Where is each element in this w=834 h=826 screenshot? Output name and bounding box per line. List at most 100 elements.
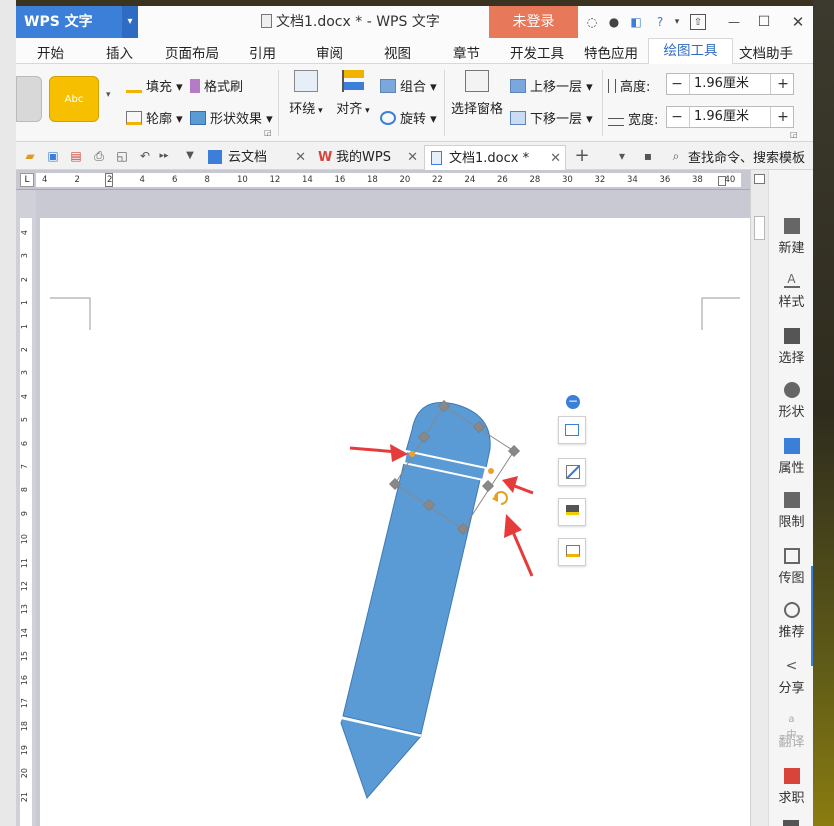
fill-button[interactable]: 填充 ▾ bbox=[126, 76, 183, 95]
customize-caret-icon[interactable]: ▼ bbox=[182, 148, 198, 164]
new-tab-icon[interactable]: + bbox=[574, 147, 590, 165]
shape-style-prev[interactable] bbox=[16, 76, 42, 122]
close-tab-icon[interactable]: ✕ bbox=[550, 146, 561, 171]
size-dialog-launcher-icon[interactable]: ◲ bbox=[790, 130, 798, 139]
login-button[interactable]: 未登录 bbox=[489, 6, 578, 38]
document-page[interactable]: ▾ bbox=[19, 218, 756, 826]
width-increase-button[interactable]: + bbox=[773, 107, 793, 127]
side-jobs-button[interactable]: 求职 bbox=[769, 768, 813, 806]
side-shape-button[interactable]: 形状 bbox=[769, 382, 813, 420]
height-input[interactable]: 1.96厘米 bbox=[689, 74, 771, 94]
comment-icon[interactable]: ▪ bbox=[640, 148, 656, 164]
screen-icon[interactable]: ▾ bbox=[614, 148, 630, 164]
shape-style-more-icon[interactable]: ▾ bbox=[106, 90, 111, 100]
restore-up-icon[interactable]: ⇧ bbox=[690, 14, 706, 30]
print-preview-icon[interactable]: ◱ bbox=[114, 148, 130, 164]
side-properties-button[interactable]: 属性 bbox=[769, 438, 813, 476]
app-menu-caret-icon[interactable]: ▾ bbox=[122, 6, 138, 38]
side-recommend-button[interactable]: 推荐 bbox=[769, 602, 813, 640]
send-backward-button[interactable]: 下移一层 ▾ bbox=[510, 108, 593, 127]
ruler-tick-label: 30 bbox=[562, 175, 573, 185]
command-search-input[interactable]: 查找命令、搜索模板 bbox=[688, 147, 805, 166]
tab-doc-assistant[interactable]: 文档助手 bbox=[739, 42, 793, 64]
select-pane-button[interactable]: 选择窗格 bbox=[448, 70, 506, 117]
side-new-button[interactable]: 新建 bbox=[769, 218, 813, 256]
help-caret-icon[interactable]: ▾ bbox=[669, 14, 685, 30]
shape-effect-button[interactable]: 形状效果 ▾ bbox=[190, 108, 273, 127]
tab-review[interactable]: 审阅 bbox=[316, 42, 343, 64]
vertical-scrollbar[interactable] bbox=[750, 170, 768, 826]
close-tab-icon[interactable]: ✕ bbox=[295, 145, 306, 170]
side-restrict-button[interactable]: 限制 bbox=[769, 492, 813, 530]
width-stepper[interactable]: − 1.96厘米 + bbox=[666, 106, 794, 128]
height-increase-button[interactable]: + bbox=[773, 74, 793, 94]
help-icon[interactable]: ? bbox=[652, 14, 668, 30]
collapse-toolbar-icon[interactable]: − bbox=[566, 395, 580, 409]
close-tab-icon[interactable]: ✕ bbox=[407, 145, 418, 170]
doc-tab-active[interactable]: 文档1.docx * ✕ bbox=[424, 145, 566, 170]
open-folder-icon[interactable]: ▰ bbox=[22, 148, 38, 164]
format-painter-button[interactable]: 格式刷 bbox=[190, 76, 243, 95]
new-doc-icon bbox=[783, 218, 800, 234]
vertical-ruler-track bbox=[20, 218, 32, 826]
undo-icon[interactable]: ↶ bbox=[137, 148, 153, 164]
background-left bbox=[0, 0, 16, 826]
height-decrease-button[interactable]: − bbox=[667, 74, 687, 94]
side-panel-collapse-handle[interactable] bbox=[811, 566, 813, 666]
dialog-launcher-icon[interactable]: ◲ bbox=[264, 128, 272, 137]
doc-tab-cloud[interactable]: 云文档 ✕ bbox=[204, 145, 310, 170]
wrap-icon bbox=[294, 70, 318, 92]
tab-home[interactable]: 开始 bbox=[37, 42, 64, 64]
tab-view[interactable]: 视图 bbox=[384, 42, 411, 64]
wrap-button[interactable]: 环绕 ▾ bbox=[287, 70, 325, 117]
width-decrease-button[interactable]: − bbox=[667, 107, 687, 127]
tab-page-layout[interactable]: 页面布局 bbox=[165, 42, 219, 64]
side-translate-button[interactable]: a中 翻译 bbox=[769, 712, 813, 750]
width-input[interactable]: 1.96厘米 bbox=[689, 107, 771, 127]
tab-special[interactable]: 特色应用 bbox=[584, 42, 638, 64]
doc-tab-mywps[interactable]: W 我的WPS ✕ bbox=[314, 145, 422, 170]
export-pdf-icon[interactable]: ▤ bbox=[68, 148, 84, 164]
maximize-icon[interactable]: ☐ bbox=[756, 14, 772, 30]
tab-stop-selector[interactable]: L bbox=[20, 173, 34, 187]
side-select-button[interactable]: 选择 bbox=[769, 328, 813, 366]
settings-icon[interactable]: ● bbox=[606, 14, 622, 30]
close-icon[interactable]: ✕ bbox=[790, 14, 806, 30]
save-icon[interactable]: ▣ bbox=[45, 148, 61, 164]
shape-edit-button[interactable] bbox=[558, 458, 586, 486]
tab-section[interactable]: 章节 bbox=[453, 42, 480, 64]
adjust-handle[interactable] bbox=[409, 451, 415, 457]
shape-outline-button[interactable] bbox=[558, 538, 586, 566]
side-upload-image-button[interactable]: 传图 bbox=[769, 548, 813, 586]
vertical-ruler-tick-label: 13 bbox=[20, 604, 29, 615]
pencil-body[interactable] bbox=[342, 462, 481, 735]
search-icon[interactable]: ⌕ bbox=[668, 148, 684, 164]
height-label: 高度: bbox=[608, 76, 650, 95]
redo-more-icon[interactable]: ▸▸ bbox=[156, 148, 172, 164]
share-icon: < bbox=[785, 658, 798, 674]
side-style-button[interactable]: A 样式 bbox=[769, 272, 813, 310]
rotate-handle-icon[interactable] bbox=[492, 491, 508, 505]
print-icon[interactable]: ⎙ bbox=[91, 148, 107, 164]
rotate-button[interactable]: 旋转 ▾ bbox=[380, 108, 437, 127]
split-pane-icon[interactable] bbox=[754, 174, 765, 184]
group-button[interactable]: 组合 ▾ bbox=[380, 76, 437, 95]
outline-button[interactable]: 轮廓 ▾ bbox=[126, 108, 183, 127]
adjust-handle[interactable] bbox=[488, 468, 494, 474]
scrollbar-thumb[interactable] bbox=[754, 216, 765, 240]
bring-forward-button[interactable]: 上移一层 ▾ bbox=[510, 76, 593, 95]
tab-references[interactable]: 引用 bbox=[249, 42, 276, 64]
app-menu-button[interactable]: WPS 文字 bbox=[16, 6, 122, 38]
minimize-icon[interactable]: — bbox=[726, 14, 742, 30]
shape-style-preview[interactable]: Abc bbox=[49, 76, 99, 122]
side-share-button[interactable]: < 分享 bbox=[769, 658, 813, 696]
tab-insert[interactable]: 插入 bbox=[106, 42, 133, 64]
layout-options-button[interactable] bbox=[558, 416, 586, 444]
shape-fill-button[interactable] bbox=[558, 498, 586, 526]
align-button[interactable]: 对齐 ▾ bbox=[334, 70, 372, 117]
tab-developer[interactable]: 开发工具 bbox=[510, 42, 564, 64]
tab-drawing-tools[interactable]: 绘图工具 bbox=[648, 38, 733, 65]
height-stepper[interactable]: − 1.96厘米 + bbox=[666, 73, 794, 95]
feedback-icon[interactable]: ◧ bbox=[628, 14, 644, 30]
skin-icon[interactable]: ◌ bbox=[584, 14, 600, 30]
